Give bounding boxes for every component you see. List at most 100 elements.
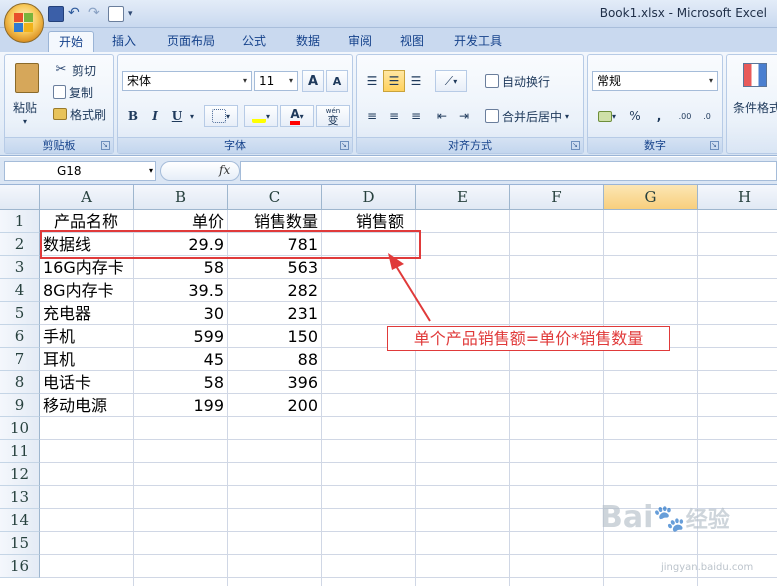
- row-header-5[interactable]: 5: [0, 302, 40, 325]
- font-color-button[interactable]: A ▾: [280, 105, 314, 127]
- decrease-indent-button[interactable]: ⇤: [431, 105, 453, 127]
- row-header-3[interactable]: 3: [0, 256, 40, 279]
- redo-icon[interactable]: ↷: [88, 6, 104, 22]
- column-header-g[interactable]: G: [604, 185, 698, 210]
- alignment-dialog-launcher[interactable]: ↘: [571, 141, 580, 150]
- underline-button[interactable]: U: [166, 105, 188, 127]
- row-header-4[interactable]: 4: [0, 279, 40, 302]
- cell-c9[interactable]: 200: [228, 394, 322, 417]
- align-top-button[interactable]: ☰: [361, 70, 383, 92]
- font-name-combo[interactable]: 宋体 ▾: [122, 71, 252, 91]
- grow-font-button[interactable]: A: [302, 70, 324, 92]
- column-header-e[interactable]: E: [416, 185, 510, 210]
- cell-b7[interactable]: 45: [134, 348, 228, 371]
- formula-input[interactable]: [240, 161, 777, 181]
- cell-c3[interactable]: 563: [228, 256, 322, 279]
- bold-button[interactable]: B: [122, 105, 144, 127]
- tab-insert[interactable]: 插入: [100, 31, 148, 52]
- undo-icon[interactable]: ↶: [68, 6, 84, 22]
- tab-home[interactable]: 开始: [48, 31, 94, 52]
- align-left-button[interactable]: ≡: [361, 105, 383, 127]
- underline-dropdown[interactable]: ▾: [186, 105, 198, 127]
- office-button[interactable]: [4, 3, 44, 43]
- copy-button[interactable]: 复制: [53, 82, 93, 102]
- conditional-formatting-button[interactable]: 条件格式: [731, 61, 777, 131]
- italic-button[interactable]: I: [144, 105, 166, 127]
- row-header-11[interactable]: 11: [0, 440, 40, 463]
- customize-qat-icon[interactable]: ▾: [128, 6, 138, 22]
- clipboard-dialog-launcher[interactable]: ↘: [101, 141, 110, 150]
- cell-b5[interactable]: 30: [134, 302, 228, 325]
- decrease-decimal-button[interactable]: .0: [696, 105, 718, 127]
- save-icon[interactable]: [48, 6, 64, 22]
- row-header-6[interactable]: 6: [0, 325, 40, 348]
- cell-a8[interactable]: 电话卡: [40, 371, 134, 394]
- insert-function-button[interactable]: fx: [219, 163, 230, 177]
- row-header-1[interactable]: 1: [0, 210, 40, 233]
- cell-c4[interactable]: 282: [228, 279, 322, 302]
- row-header-12[interactable]: 12: [0, 463, 40, 486]
- row-header-14[interactable]: 14: [0, 509, 40, 532]
- tab-formulas[interactable]: 公式: [232, 31, 276, 52]
- fill-color-button[interactable]: ▾: [244, 105, 278, 127]
- print-preview-icon[interactable]: [108, 6, 124, 22]
- cell-c8[interactable]: 396: [228, 371, 322, 394]
- shrink-font-button[interactable]: A: [326, 70, 348, 92]
- row-header-10[interactable]: 10: [0, 417, 40, 440]
- format-painter-button[interactable]: 格式刷: [53, 104, 106, 124]
- cell-b9[interactable]: 199: [134, 394, 228, 417]
- font-size-combo[interactable]: 11 ▾: [254, 71, 298, 91]
- cut-button[interactable]: ✂ 剪切: [53, 60, 96, 80]
- cell-b8[interactable]: 58: [134, 371, 228, 394]
- align-bottom-button[interactable]: ☰: [405, 70, 427, 92]
- tab-page-layout[interactable]: 页面布局: [158, 31, 224, 52]
- column-header-h[interactable]: H: [698, 185, 777, 210]
- row-header-8[interactable]: 8: [0, 371, 40, 394]
- cell-b3[interactable]: 58: [134, 256, 228, 279]
- row-header-16[interactable]: 16: [0, 555, 40, 578]
- column-header-b[interactable]: B: [134, 185, 228, 210]
- cell-c6[interactable]: 150: [228, 325, 322, 348]
- cell-c7[interactable]: 88: [228, 348, 322, 371]
- cell-b6[interactable]: 599: [134, 325, 228, 348]
- tab-review[interactable]: 审阅: [338, 31, 382, 52]
- paste-button[interactable]: 粘贴 ▾: [11, 61, 45, 133]
- borders-button[interactable]: ▾: [204, 105, 238, 127]
- font-dialog-launcher[interactable]: ↘: [340, 141, 349, 150]
- cell-b4[interactable]: 39.5: [134, 279, 228, 302]
- merge-center-button[interactable]: 合并后居中 ▾: [485, 106, 569, 126]
- cell-a6[interactable]: 手机: [40, 325, 134, 348]
- column-header-a[interactable]: A: [40, 185, 134, 210]
- row-header-9[interactable]: 9: [0, 394, 40, 417]
- column-header-f[interactable]: F: [510, 185, 604, 210]
- align-right-button[interactable]: ≡: [405, 105, 427, 127]
- wrap-text-button[interactable]: 自动换行: [485, 71, 550, 91]
- column-header-d[interactable]: D: [322, 185, 416, 210]
- cell-a3[interactable]: 16G内存卡: [40, 256, 134, 279]
- row-header-15[interactable]: 15: [0, 532, 40, 555]
- tab-data[interactable]: 数据: [286, 31, 330, 52]
- number-format-combo[interactable]: 常规 ▾: [592, 71, 718, 91]
- tab-view[interactable]: 视图: [390, 31, 434, 52]
- phonetic-button[interactable]: wén 变: [316, 105, 350, 127]
- cell-a5[interactable]: 充电器: [40, 302, 134, 325]
- increase-decimal-button[interactable]: .00: [674, 105, 696, 127]
- comma-button[interactable]: ,: [648, 105, 670, 127]
- cell-a7[interactable]: 耳机: [40, 348, 134, 371]
- cell-a9[interactable]: 移动电源: [40, 394, 134, 417]
- column-header-c[interactable]: C: [228, 185, 322, 210]
- cell-a4[interactable]: 8G内存卡: [40, 279, 134, 302]
- name-box[interactable]: G18 ▾: [4, 161, 156, 181]
- select-all-corner[interactable]: [0, 185, 40, 210]
- currency-button[interactable]: ▾: [592, 105, 622, 127]
- orientation-button[interactable]: ⟋ ▾: [435, 70, 467, 92]
- align-center-button[interactable]: ≡: [383, 105, 405, 127]
- percent-button[interactable]: %: [624, 105, 646, 127]
- row-header-2[interactable]: 2: [0, 233, 40, 256]
- increase-indent-button[interactable]: ⇥: [453, 105, 475, 127]
- row-header-13[interactable]: 13: [0, 486, 40, 509]
- align-middle-button[interactable]: ☰: [383, 70, 405, 92]
- number-dialog-launcher[interactable]: ↘: [710, 141, 719, 150]
- row-header-7[interactable]: 7: [0, 348, 40, 371]
- cell-c5[interactable]: 231: [228, 302, 322, 325]
